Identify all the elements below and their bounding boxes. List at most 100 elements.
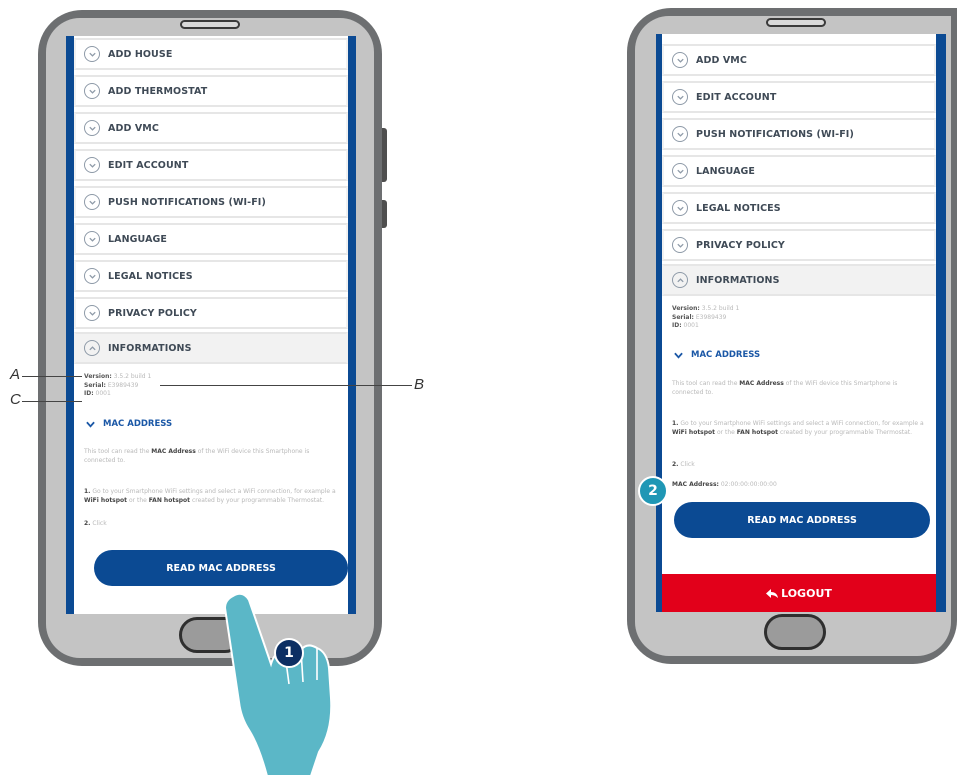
right-settings-panel: ADD VMC EDIT ACCOUNT PUSH NOTIFICATIONS … [662, 34, 936, 612]
chevron-down-icon [86, 421, 95, 428]
read-mac-address-button[interactable]: READ MAC ADDRESS [94, 550, 348, 586]
serial-label: Serial: [672, 313, 694, 321]
version-value: 3.5.2 build 1 [113, 373, 152, 380]
left-screen: ADD HOUSE ADD THERMOSTAT ADD VMC EDIT AC… [66, 36, 356, 614]
id-label: ID: [84, 390, 94, 397]
chevron-down-icon [84, 120, 100, 136]
step-bold: FAN hotspot [736, 428, 779, 436]
step-bold: WiFi hotspot [84, 496, 128, 504]
mac-address-header[interactable]: MAC ADDRESS [674, 350, 760, 360]
menu-item-label: ADD VMC [696, 54, 747, 66]
callout-c-line [22, 401, 82, 402]
menu-item-informations[interactable]: INFORMATIONS [74, 332, 348, 364]
chevron-down-icon [84, 157, 100, 173]
step-text: Go to your Smartphone WiFi settings and … [678, 420, 924, 427]
chevron-down-icon [672, 200, 688, 216]
menu-item-language[interactable]: LANGUAGE [74, 223, 348, 255]
menu-item-label: PRIVACY POLICY [108, 307, 197, 319]
mac-address-header[interactable]: MAC ADDRESS [86, 419, 172, 429]
callout-b-line [160, 385, 412, 386]
menu-item-label: EDIT ACCOUNT [696, 91, 777, 103]
mac-description: This tool can read the MAC Address of th… [672, 380, 926, 397]
chevron-down-icon [672, 126, 688, 142]
chevron-down-icon [84, 83, 100, 99]
menu-item-add-vmc[interactable]: ADD VMC [74, 112, 348, 144]
step-1-marker: 1 [274, 638, 304, 668]
description-text: This tool can read the [84, 448, 152, 455]
mac-step-1: 1. Go to your Smartphone WiFi settings a… [84, 488, 338, 505]
serial-value: E3989439 [107, 381, 139, 389]
menu-item-label: LEGAL NOTICES [696, 202, 781, 214]
menu-item-label: ADD HOUSE [108, 48, 173, 60]
chevron-down-icon [84, 231, 100, 247]
step-text: Go to your Smartphone WiFi settings and … [90, 488, 336, 495]
callout-c: C [10, 391, 21, 408]
menu-item-edit-account[interactable]: EDIT ACCOUNT [74, 149, 348, 181]
mac-address-title: MAC ADDRESS [103, 419, 173, 429]
read-mac-address-button[interactable]: READ MAC ADDRESS [674, 502, 930, 538]
chevron-up-icon [672, 272, 688, 288]
step-bold: FAN hotspot [148, 496, 191, 504]
description-bold: MAC Address [151, 448, 196, 455]
callout-b: B [414, 376, 425, 393]
left-speaker [180, 20, 240, 29]
serial-value: E3989439 [695, 313, 727, 321]
menu-item-informations[interactable]: INFORMATIONS [662, 264, 936, 296]
menu-item-add-vmc[interactable]: ADD VMC [662, 44, 936, 76]
mac-step-2: 2. Click [84, 520, 338, 529]
chevron-down-icon [84, 194, 100, 210]
menu-item-legal-notices[interactable]: LEGAL NOTICES [662, 192, 936, 224]
mac-address-result: MAC Address: 02:00:00:00:00:00 [672, 481, 926, 490]
description-bold: MAC Address [739, 380, 784, 387]
chevron-down-icon [672, 237, 688, 253]
mac-result-label: MAC Address: [672, 481, 719, 488]
menu-item-privacy-policy[interactable]: PRIVACY POLICY [662, 229, 936, 261]
logout-button[interactable]: LOGOUT [662, 574, 936, 612]
id-value: 0001 [95, 390, 111, 397]
logout-label: LOGOUT [781, 586, 832, 600]
id-label: ID: [672, 322, 682, 329]
chevron-down-icon [674, 352, 683, 359]
right-home-button[interactable] [764, 614, 826, 650]
step-2-marker: 2 [638, 476, 668, 506]
menu-item-push-notifications[interactable]: PUSH NOTIFICATIONS (WI-FI) [662, 118, 936, 150]
mac-step-2: 2. Click [672, 461, 926, 470]
menu-item-label: LANGUAGE [696, 165, 756, 177]
menu-item-privacy-policy[interactable]: PRIVACY POLICY [74, 297, 348, 329]
menu-item-label: PRIVACY POLICY [696, 239, 785, 251]
version-label: Version: [672, 305, 700, 312]
step-text: or the [715, 428, 737, 436]
instruction-figure: ADD HOUSE ADD THERMOSTAT ADD VMC EDIT AC… [0, 0, 957, 776]
menu-item-label: LANGUAGE [108, 233, 168, 245]
callout-a: A [10, 366, 21, 383]
menu-item-label: INFORMATIONS [696, 274, 780, 286]
chevron-down-icon [672, 52, 688, 68]
menu-item-push-notifications[interactable]: PUSH NOTIFICATIONS (WI-FI) [74, 186, 348, 218]
menu-item-edit-account[interactable]: EDIT ACCOUNT [662, 81, 936, 113]
menu-item-label: ADD THERMOSTAT [108, 85, 208, 97]
menu-item-label: INFORMATIONS [108, 342, 192, 354]
tapping-hand-illustration [223, 592, 333, 776]
mac-result-value: 02:00:00:00:00:00 [720, 481, 777, 488]
step-text: Click [90, 520, 107, 527]
reply-arrow-icon [766, 588, 779, 598]
menu-item-label: PUSH NOTIFICATIONS (WI-FI) [108, 196, 266, 208]
mac-address-title: MAC ADDRESS [691, 350, 761, 360]
right-speaker [766, 18, 826, 27]
menu-item-add-house[interactable]: ADD HOUSE [74, 38, 348, 70]
step-text: created by your programmable Thermostat. [778, 428, 913, 436]
chevron-down-icon [672, 89, 688, 105]
menu-item-legal-notices[interactable]: LEGAL NOTICES [74, 260, 348, 292]
mac-step-1: 1. Go to your Smartphone WiFi settings a… [672, 420, 926, 437]
right-screen: ADD VMC EDIT ACCOUNT PUSH NOTIFICATIONS … [656, 34, 946, 612]
step-bold: WiFi hotspot [672, 428, 716, 436]
menu-item-label: LEGAL NOTICES [108, 270, 193, 282]
description-text: This tool can read the [672, 380, 740, 387]
step-text: created by your programmable Thermostat. [190, 496, 325, 504]
mac-description: This tool can read the MAC Address of th… [84, 448, 338, 465]
menu-item-language[interactable]: LANGUAGE [662, 155, 936, 187]
callout-a-line [22, 376, 82, 377]
menu-item-label: EDIT ACCOUNT [108, 159, 189, 171]
menu-item-add-thermostat[interactable]: ADD THERMOSTAT [74, 75, 348, 107]
left-settings-panel: ADD HOUSE ADD THERMOSTAT ADD VMC EDIT AC… [74, 36, 348, 614]
